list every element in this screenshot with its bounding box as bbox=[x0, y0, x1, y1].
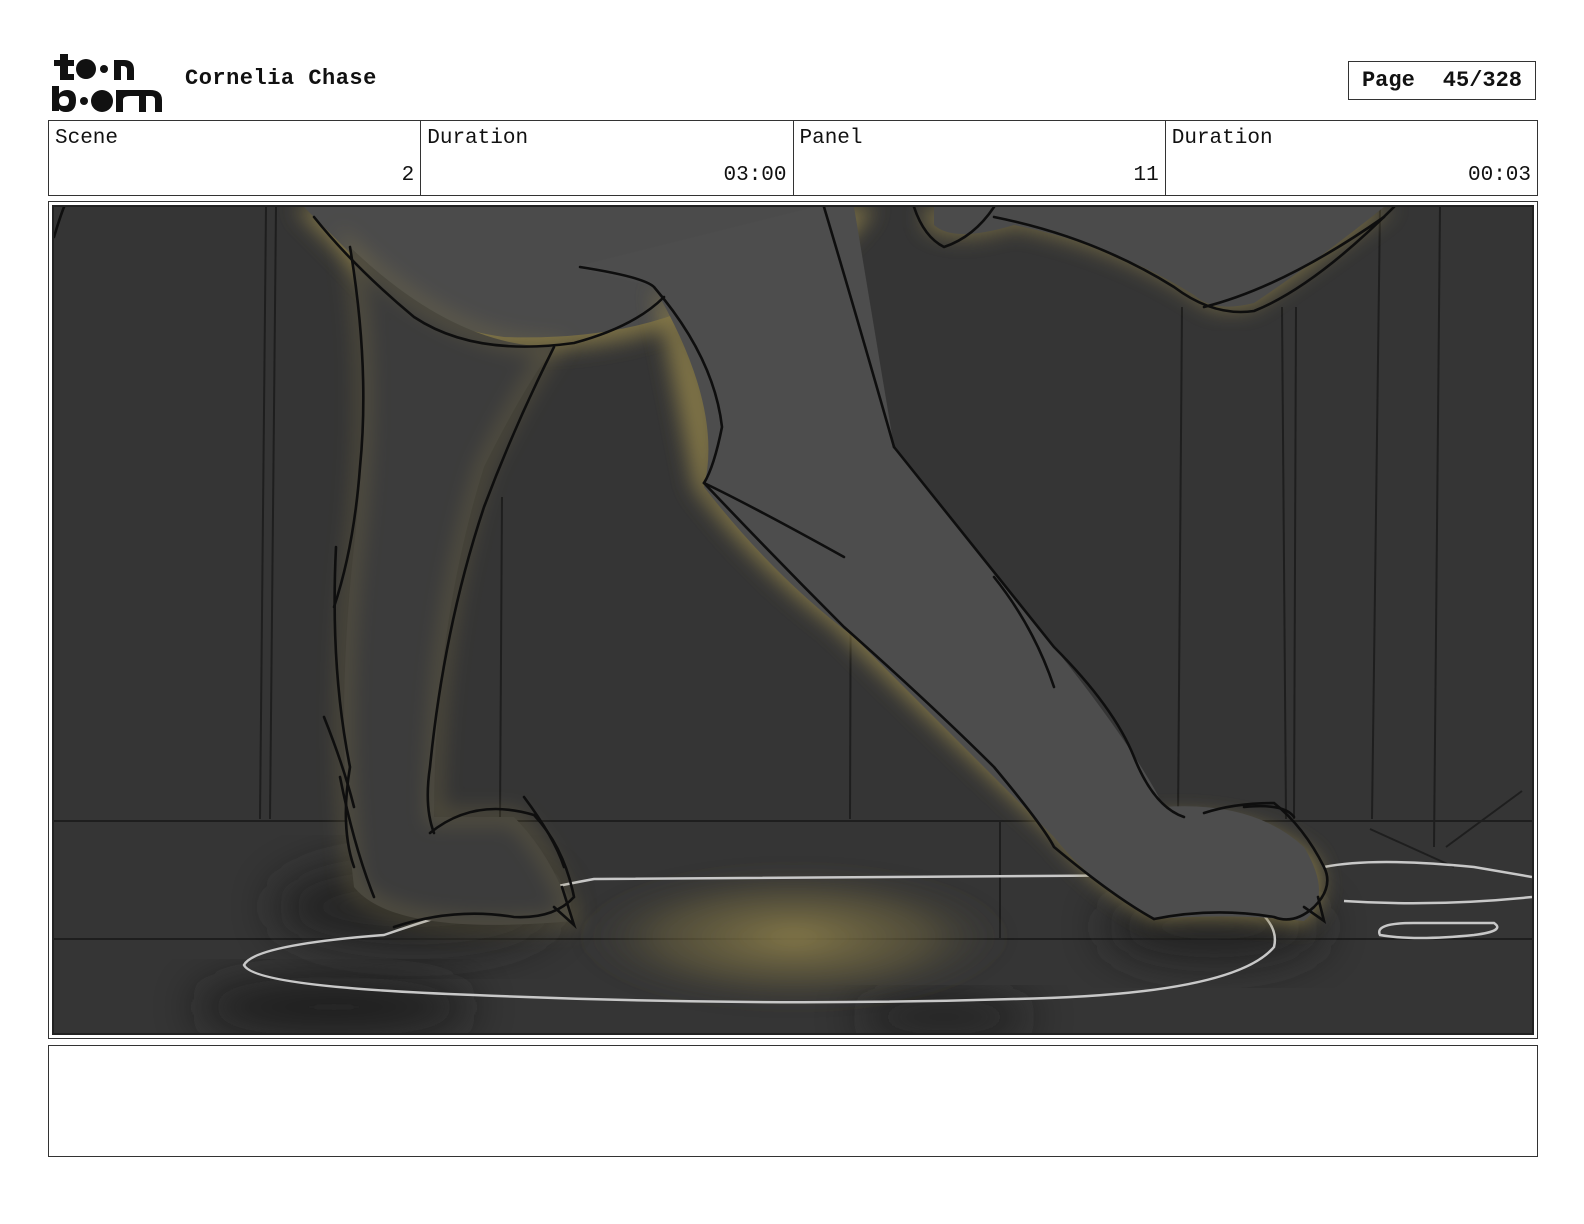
page-indicator: Page 45/328 bbox=[1348, 61, 1536, 100]
scene-duration-label: Duration bbox=[427, 127, 529, 150]
panel-label: Panel bbox=[799, 127, 863, 150]
scene-duration-value: 03:00 bbox=[723, 164, 787, 187]
toonboom-logo bbox=[50, 52, 168, 114]
panel-duration-label: Duration bbox=[1171, 127, 1273, 150]
panel-notes-box bbox=[48, 1045, 1538, 1157]
storyboard-panel-frame bbox=[48, 201, 1538, 1039]
puddle-glow bbox=[574, 867, 1014, 1007]
project-title: Cornelia Chase bbox=[185, 66, 377, 91]
panel-info-row: Scene 2 Duration 03:00 Panel 11 Duration… bbox=[48, 120, 1538, 196]
page-label: Page bbox=[1361, 68, 1415, 93]
scene-value: 2 bbox=[401, 164, 415, 187]
scene-duration-cell: Duration 03:00 bbox=[421, 121, 794, 195]
storyboard-panel-image bbox=[52, 205, 1534, 1035]
panel-duration-value: 00:03 bbox=[1467, 164, 1531, 187]
panel-cell: Panel 11 bbox=[794, 121, 1166, 195]
panel-duration-cell: Duration 00:03 bbox=[1166, 121, 1537, 195]
scene-label: Scene bbox=[55, 127, 119, 150]
page-number: 45/328 bbox=[1442, 68, 1523, 93]
scene-cell: Scene 2 bbox=[49, 121, 422, 195]
panel-drawing bbox=[54, 207, 1532, 1033]
panel-value: 11 bbox=[1133, 164, 1159, 187]
